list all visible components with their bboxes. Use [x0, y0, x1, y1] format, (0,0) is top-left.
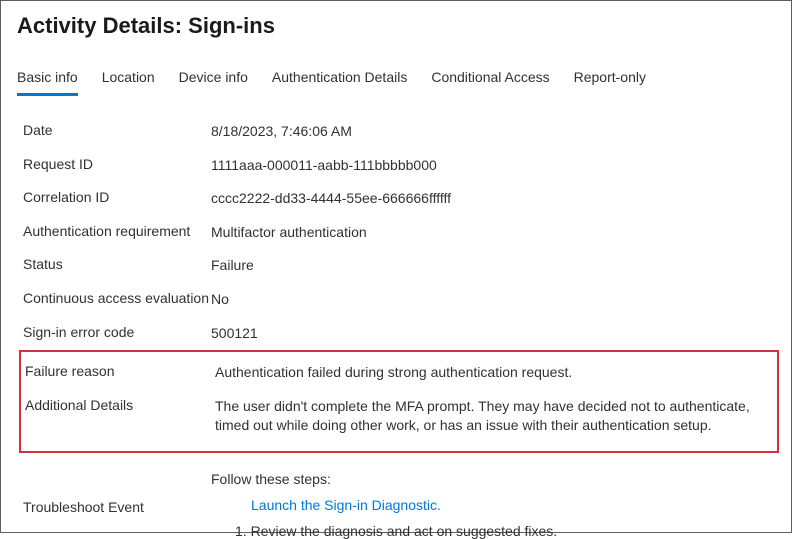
- label-continuous-access: Continuous access evaluation: [23, 290, 211, 306]
- row-request-id: Request ID 1111aaa-000011-aabb-111bbbbb0…: [23, 149, 775, 183]
- basic-info-panel: Date 8/18/2023, 7:46:06 AM Request ID 11…: [17, 115, 775, 539]
- tab-location[interactable]: Location: [102, 63, 155, 96]
- value-date: 8/18/2023, 7:46:06 AM: [211, 122, 775, 142]
- value-additional-details: The user didn't complete the MFA prompt.…: [215, 397, 773, 436]
- tab-report-only[interactable]: Report-only: [574, 63, 646, 96]
- label-error-code: Sign-in error code: [23, 324, 211, 340]
- troubleshoot-intro: Follow these steps:: [211, 471, 775, 487]
- tab-device-info[interactable]: Device info: [179, 63, 248, 96]
- label-troubleshoot: Troubleshoot Event: [23, 471, 211, 515]
- label-additional-details: Additional Details: [25, 397, 215, 413]
- row-auth-requirement: Authentication requirement Multifactor a…: [23, 216, 775, 250]
- row-status: Status Failure: [23, 249, 775, 283]
- launch-diagnostic-link[interactable]: Launch the Sign-in Diagnostic.: [251, 497, 441, 513]
- label-failure-reason: Failure reason: [25, 363, 215, 379]
- value-failure-reason: Authentication failed during strong auth…: [215, 363, 773, 383]
- row-date: Date 8/18/2023, 7:46:06 AM: [23, 115, 775, 149]
- label-status: Status: [23, 256, 211, 272]
- row-error-code: Sign-in error code 500121: [23, 317, 775, 351]
- tabs-bar: Basic info Location Device info Authenti…: [17, 63, 775, 97]
- value-correlation-id: cccc2222-dd33-4444-55ee-666666ffffff: [211, 189, 775, 209]
- row-correlation-id: Correlation ID cccc2222-dd33-4444-55ee-6…: [23, 182, 775, 216]
- value-continuous-access: No: [211, 290, 775, 310]
- highlighted-failure-section: Failure reason Authentication failed dur…: [19, 350, 779, 453]
- row-failure-reason: Failure reason Authentication failed dur…: [21, 356, 777, 390]
- label-auth-requirement: Authentication requirement: [23, 223, 211, 239]
- row-troubleshoot: Troubleshoot Event Follow these steps: L…: [23, 453, 775, 539]
- label-request-id: Request ID: [23, 156, 211, 172]
- page-title: Activity Details: Sign-ins: [17, 13, 775, 39]
- tab-authentication-details[interactable]: Authentication Details: [272, 63, 407, 96]
- label-date: Date: [23, 122, 211, 138]
- row-additional-details: Additional Details The user didn't compl…: [21, 390, 777, 443]
- value-error-code: 500121: [211, 324, 775, 344]
- troubleshoot-step-1: 1. Review the diagnosis and act on sugge…: [235, 523, 775, 539]
- tab-basic-info[interactable]: Basic info: [17, 63, 78, 96]
- value-request-id: 1111aaa-000011-aabb-111bbbbb000: [211, 156, 775, 176]
- value-auth-requirement: Multifactor authentication: [211, 223, 775, 243]
- tab-conditional-access[interactable]: Conditional Access: [431, 63, 549, 96]
- label-correlation-id: Correlation ID: [23, 189, 211, 205]
- value-status: Failure: [211, 256, 775, 276]
- row-continuous-access: Continuous access evaluation No: [23, 283, 775, 317]
- value-troubleshoot: Follow these steps: Launch the Sign-in D…: [211, 471, 775, 539]
